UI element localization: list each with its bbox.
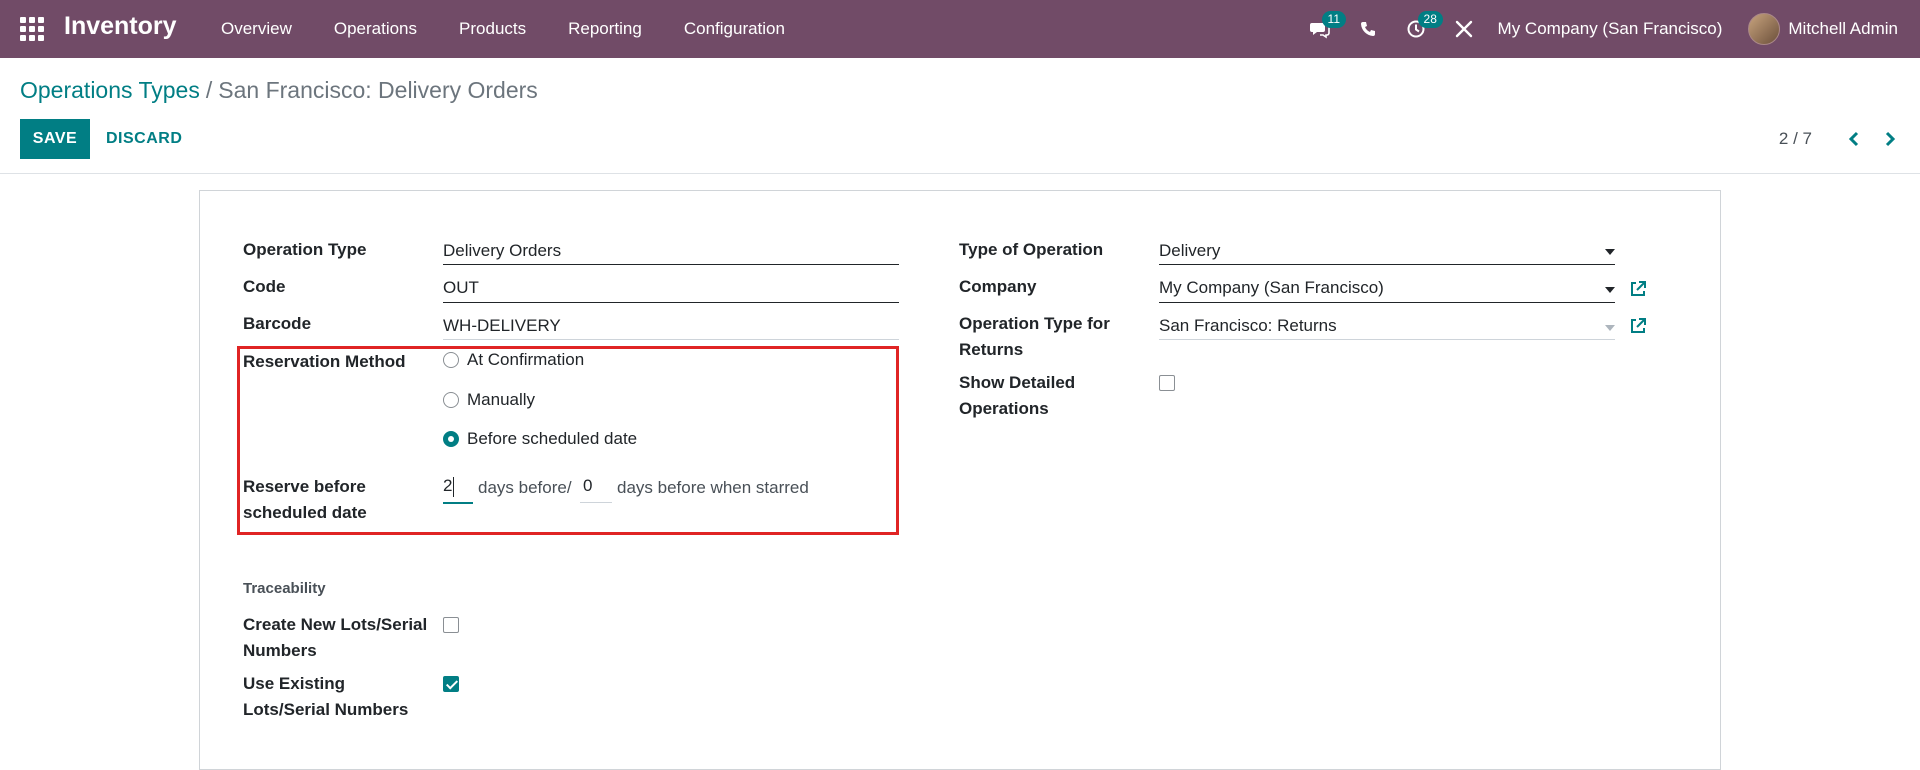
create-lots-label-line1: Create New Lots/Serial bbox=[243, 615, 428, 634]
use-existing-checkbox[interactable] bbox=[443, 676, 459, 692]
external-link-icon[interactable] bbox=[1628, 279, 1648, 299]
return-type-select[interactable]: San Francisco: Returns bbox=[1159, 314, 1337, 338]
phone-icon bbox=[1360, 22, 1375, 36]
discard-button[interactable]: DISCARD bbox=[106, 119, 182, 159]
chevron-down-icon[interactable] bbox=[1605, 249, 1615, 255]
breadcrumb-separator: / bbox=[205, 77, 213, 103]
messages-button[interactable]: 11 bbox=[1296, 0, 1347, 58]
company-underline bbox=[1159, 302, 1615, 303]
type-of-operation-underline bbox=[1159, 264, 1615, 265]
operation-type-underline bbox=[443, 264, 899, 265]
external-link-icon[interactable] bbox=[1628, 316, 1648, 336]
control-panel-divider bbox=[0, 173, 1920, 174]
user-name: Mitchell Admin bbox=[1788, 19, 1898, 38]
pager-previous-button[interactable] bbox=[1836, 119, 1872, 159]
phone-button[interactable] bbox=[1344, 0, 1392, 58]
traceability-section-title: Traceability bbox=[243, 580, 326, 597]
create-lots-label-line2: Numbers bbox=[243, 641, 317, 660]
company-switcher[interactable]: My Company (San Francisco) bbox=[1488, 19, 1749, 39]
breadcrumb: Operations Types / San Francisco: Delivery… bbox=[20, 77, 538, 104]
activities-button[interactable]: 28 bbox=[1392, 0, 1443, 58]
pager-value[interactable]: 2 / 7 bbox=[1779, 129, 1812, 149]
user-menu[interactable]: Mitchell Admin bbox=[1748, 13, 1920, 45]
top-navbar: Inventory Overview Operations Products R… bbox=[0, 0, 1920, 58]
highlight-box bbox=[237, 346, 899, 535]
chevron-down-icon[interactable] bbox=[1605, 325, 1615, 331]
return-type-label-line1: Operation Type for bbox=[959, 314, 1110, 333]
pager: 2 / 7 bbox=[1779, 119, 1920, 159]
type-of-operation-select[interactable]: Delivery bbox=[1159, 239, 1220, 263]
operation-type-label: Operation Type bbox=[243, 240, 367, 259]
return-type-label-line2: Returns bbox=[959, 340, 1024, 359]
breadcrumb-current: San Francisco: Delivery Orders bbox=[218, 77, 538, 103]
code-underline bbox=[443, 302, 899, 303]
company-select[interactable]: My Company (San Francisco) bbox=[1159, 276, 1384, 300]
show-detailed-label-line1: Show Detailed bbox=[959, 373, 1076, 392]
create-lots-checkbox[interactable] bbox=[443, 617, 459, 633]
menu-overview[interactable]: Overview bbox=[200, 19, 313, 39]
messages-count-badge: 11 bbox=[1321, 11, 1347, 28]
use-existing-label-line1: Use Existing bbox=[243, 674, 346, 693]
app-title[interactable]: Inventory bbox=[64, 12, 177, 41]
apps-grid-icon[interactable] bbox=[20, 17, 44, 41]
menu-configuration[interactable]: Configuration bbox=[663, 19, 806, 39]
breadcrumb-parent-link[interactable]: Operations Types bbox=[20, 77, 200, 103]
menu-products[interactable]: Products bbox=[438, 19, 547, 39]
menu-operations[interactable]: Operations bbox=[313, 19, 438, 39]
main-menu: Overview Operations Products Reporting C… bbox=[200, 0, 806, 58]
barcode-underline bbox=[443, 339, 899, 340]
barcode-label: Barcode bbox=[243, 314, 312, 333]
save-button[interactable]: SAVE bbox=[20, 119, 90, 159]
pager-next-button[interactable] bbox=[1872, 119, 1908, 159]
company-label: Company bbox=[959, 277, 1037, 296]
show-detailed-label-line2: Operations bbox=[959, 399, 1049, 418]
use-existing-label-line2: Lots/Serial Numbers bbox=[243, 700, 409, 719]
chevron-left-icon bbox=[1848, 131, 1859, 147]
operation-type-input[interactable]: Delivery Orders bbox=[443, 239, 561, 263]
barcode-input[interactable]: WH-DELIVERY bbox=[443, 314, 561, 338]
systray: 11 28 My Company (San Francisco) Mitchel… bbox=[1296, 0, 1920, 58]
avatar bbox=[1748, 13, 1781, 45]
menu-reporting[interactable]: Reporting bbox=[547, 19, 663, 39]
type-of-operation-label: Type of Operation bbox=[959, 240, 1104, 259]
show-detailed-checkbox[interactable] bbox=[1159, 375, 1175, 391]
chevron-right-icon bbox=[1885, 131, 1896, 147]
code-input[interactable]: OUT bbox=[443, 276, 479, 300]
debug-tools-button[interactable] bbox=[1440, 0, 1488, 58]
code-label: Code bbox=[243, 277, 286, 296]
return-type-underline bbox=[1159, 339, 1615, 340]
tools-icon bbox=[1455, 20, 1472, 38]
chevron-down-icon[interactable] bbox=[1605, 287, 1615, 293]
